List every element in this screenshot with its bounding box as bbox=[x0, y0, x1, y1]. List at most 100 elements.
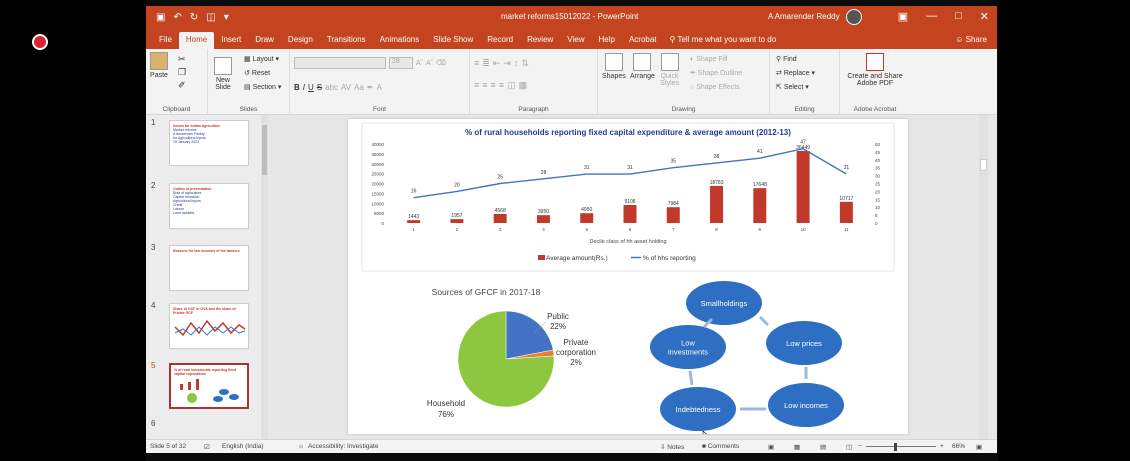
font-name-input[interactable] bbox=[294, 57, 386, 69]
tab-home[interactable]: Home bbox=[178, 32, 215, 49]
char-spacing-button[interactable]: AV bbox=[341, 83, 351, 92]
quick-styles-button[interactable]: Quick Styles bbox=[660, 53, 679, 87]
replace-button[interactable]: ⇄ Replace ▾ bbox=[776, 67, 815, 81]
restore-icon[interactable]: □ bbox=[955, 10, 962, 23]
line-spacing-icon[interactable]: ↕ bbox=[514, 58, 519, 68]
ribbon-tabs: File Home Insert Draw Design Transitions Anima… bbox=[146, 29, 997, 49]
strike-button[interactable]: S bbox=[317, 83, 322, 92]
tab-acrobat[interactable]: Acrobat bbox=[622, 32, 664, 49]
y-tick-label: 15000 bbox=[371, 191, 384, 196]
customize-icon[interactable]: ▾ bbox=[224, 12, 229, 23]
bar-value-label: 4568 bbox=[495, 208, 506, 214]
present-icon[interactable]: ◫ bbox=[206, 12, 215, 23]
reading-view-icon[interactable]: ▤ bbox=[820, 443, 826, 451]
underline-button[interactable]: U bbox=[308, 83, 314, 92]
window-controls: ▣ — □ ✕ bbox=[898, 10, 989, 23]
numbering-icon[interactable]: ≣ bbox=[482, 58, 490, 69]
grow-font-icon[interactable]: Aˆ bbox=[416, 60, 423, 67]
cut-icon[interactable]: ✂ bbox=[178, 53, 186, 66]
comments-button[interactable]: ■ Comments bbox=[702, 443, 739, 450]
font-size-input[interactable]: 28 bbox=[389, 57, 413, 69]
y-tick-label: 30000 bbox=[371, 162, 384, 167]
layout-button[interactable]: ▦ Layout ▾ bbox=[244, 53, 281, 67]
tab-review[interactable]: Review bbox=[520, 32, 560, 49]
tab-animations[interactable]: Animations bbox=[373, 32, 427, 49]
accessibility-icon[interactable]: ☼ bbox=[298, 443, 304, 450]
tab-draw[interactable]: Draw bbox=[248, 32, 281, 49]
shape-effects-button[interactable]: ○ Shape Effects bbox=[690, 81, 742, 95]
minimize-icon[interactable]: — bbox=[926, 10, 937, 23]
italic-button[interactable]: I bbox=[303, 83, 305, 92]
share-button[interactable]: ☺ Share bbox=[955, 35, 987, 44]
section-button[interactable]: ▤ Section ▾ bbox=[244, 81, 281, 95]
paste-icon bbox=[150, 52, 168, 70]
tab-transitions[interactable]: Transitions bbox=[320, 32, 373, 49]
slide-scroll-thumb[interactable] bbox=[980, 159, 987, 171]
tab-insert[interactable]: Insert bbox=[214, 32, 248, 49]
bullets-icon[interactable]: ≡ bbox=[474, 58, 479, 68]
language-status[interactable]: English (India) bbox=[222, 443, 264, 450]
slide-scrollbar[interactable] bbox=[979, 115, 988, 439]
find-button[interactable]: ⚲ Find bbox=[776, 53, 815, 67]
copy-icon[interactable]: ❐ bbox=[178, 66, 186, 79]
create-pdf-label-2: Adobe PDF bbox=[856, 80, 894, 87]
shape-fill-button[interactable]: ◐ Shape Fill bbox=[690, 53, 742, 67]
increase-indent-icon[interactable]: ⇥ bbox=[503, 58, 511, 69]
create-pdf-button[interactable]: Create and Share Adobe PDF bbox=[844, 53, 906, 87]
smartart-icon[interactable]: ▦ bbox=[519, 80, 528, 91]
avatar[interactable] bbox=[846, 9, 862, 25]
change-case-button[interactable]: Aa bbox=[354, 83, 364, 92]
thumbnails-scrollbar[interactable] bbox=[261, 115, 268, 439]
tab-record[interactable]: Record bbox=[480, 32, 520, 49]
bold-button[interactable]: B bbox=[294, 83, 300, 92]
highlight-icon[interactable]: ✒ bbox=[367, 83, 374, 92]
redo-icon[interactable]: ↻ bbox=[190, 12, 198, 23]
fit-slide-icon[interactable]: ▣ bbox=[976, 443, 982, 451]
arrange-button[interactable]: Arrange bbox=[630, 53, 655, 80]
notes-button[interactable]: ⇩ Notes bbox=[660, 443, 684, 451]
align-left-icon[interactable]: ≡ bbox=[474, 80, 479, 90]
user-name[interactable]: A Amarender Reddy bbox=[768, 12, 840, 21]
ribbon-display-icon[interactable]: ▣ bbox=[898, 10, 908, 23]
accessibility-status[interactable]: Accessibility: Investigate bbox=[308, 443, 378, 450]
tab-help[interactable]: Help bbox=[592, 32, 622, 49]
shrink-font-icon[interactable]: Aˇ bbox=[426, 60, 433, 67]
shape-outline-button[interactable]: ✒ Shape Outline bbox=[690, 67, 742, 81]
zoom-in-icon[interactable]: + bbox=[940, 443, 944, 450]
tell-me-search[interactable]: ⚲ Tell me what you want to do bbox=[664, 32, 783, 49]
font-color-icon[interactable]: A bbox=[377, 83, 382, 92]
tab-slide-show[interactable]: Slide Show bbox=[426, 32, 480, 49]
new-slide-button[interactable]: New Slide bbox=[214, 57, 232, 91]
slide-sorter-icon[interactable]: ▦ bbox=[794, 443, 800, 451]
decrease-indent-icon[interactable]: ⇤ bbox=[493, 58, 501, 69]
align-right-icon[interactable]: ≡ bbox=[491, 80, 496, 90]
clear-format-icon[interactable]: ⌫ bbox=[436, 59, 446, 67]
justify-icon[interactable]: ≡ bbox=[499, 80, 504, 90]
select-button[interactable]: ⇱ Select ▾ bbox=[776, 81, 815, 95]
paste-button[interactable]: Paste bbox=[150, 52, 168, 79]
close-icon[interactable]: ✕ bbox=[980, 10, 989, 23]
columns-icon[interactable]: ◫ bbox=[507, 80, 516, 91]
text-direction-icon[interactable]: ⇅ bbox=[521, 58, 529, 69]
undo-icon[interactable]: ↶ bbox=[173, 12, 181, 23]
spellcheck-icon[interactable]: ☑ bbox=[204, 443, 210, 451]
bar bbox=[407, 220, 421, 223]
thumbnails-scroll-thumb[interactable] bbox=[262, 125, 267, 175]
spacing-button[interactable]: abc bbox=[325, 83, 338, 92]
zoom-slider[interactable] bbox=[866, 446, 936, 447]
current-slide[interactable]: % of rural households reporting fixed ca… bbox=[348, 119, 908, 447]
zoom-out-icon[interactable]: − bbox=[858, 443, 862, 450]
align-center-icon[interactable]: ≡ bbox=[482, 80, 487, 90]
slideshow-icon[interactable]: ◫ bbox=[846, 443, 852, 451]
zoom-knob[interactable] bbox=[894, 443, 897, 451]
reset-button[interactable]: ↺ Reset bbox=[244, 67, 281, 81]
tab-file[interactable]: File bbox=[152, 32, 179, 49]
right-margin bbox=[998, 0, 1130, 461]
save-icon[interactable]: ▣ bbox=[156, 12, 165, 23]
tab-design[interactable]: Design bbox=[281, 32, 320, 49]
tab-view[interactable]: View bbox=[560, 32, 591, 49]
zoom-level[interactable]: 66% bbox=[952, 443, 965, 450]
shapes-button[interactable]: Shapes bbox=[602, 53, 626, 80]
normal-view-icon[interactable]: ▣ bbox=[768, 443, 774, 451]
format-painter-icon[interactable]: ✐ bbox=[178, 79, 186, 92]
